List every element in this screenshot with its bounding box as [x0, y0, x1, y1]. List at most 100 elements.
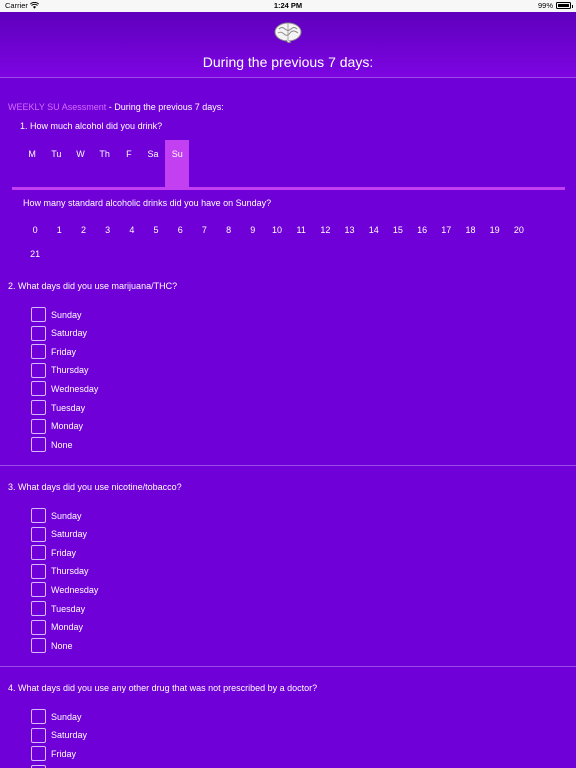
checkbox[interactable]	[31, 400, 46, 415]
drinks-question: How many standard alcoholic drinks did y…	[23, 198, 272, 208]
checkbox-option[interactable]: Monday	[31, 418, 83, 434]
checkbox-label: Wednesday	[51, 383, 99, 394]
drink-count-option[interactable]: 8	[217, 218, 241, 242]
checkbox[interactable]	[31, 526, 46, 542]
drink-count-option[interactable]: 20	[507, 218, 531, 242]
checkbox[interactable]	[31, 727, 46, 743]
checkbox-option[interactable]: None	[31, 437, 73, 453]
status-time: 1:24 PM	[273, 1, 303, 10]
checkbox-label: Saturday	[51, 529, 88, 540]
divider	[0, 666, 576, 667]
checkbox-label: Friday	[51, 547, 77, 558]
checkbox-label: Monday	[51, 622, 84, 633]
drink-count-option[interactable]: 0	[23, 218, 47, 242]
day-option[interactable]: M	[20, 140, 44, 188]
checkbox-option[interactable]: None	[31, 638, 73, 654]
drink-count-option[interactable]: 18	[458, 218, 482, 242]
drink-count-option[interactable]: 10	[265, 218, 289, 242]
assessment-link[interactable]: WEEKLY SU Asessment	[8, 102, 106, 112]
checkbox-option[interactable]: Saturday	[31, 325, 88, 341]
drink-count-option[interactable]: 17	[434, 218, 458, 242]
drink-count-option[interactable]: 2	[71, 218, 95, 242]
checkbox-option[interactable]: Friday	[31, 545, 77, 561]
q4-label: 4. What days did you use any other drug …	[8, 683, 318, 693]
checkbox[interactable]	[31, 601, 46, 616]
checkbox-label: Sunday	[51, 510, 82, 521]
day-option[interactable]: Th	[93, 140, 117, 188]
drink-count-option[interactable]: 13	[337, 218, 361, 242]
checkbox-label: Tuesday	[51, 402, 86, 413]
drink-count-option[interactable]: 14	[362, 218, 386, 242]
drink-count-option[interactable]: 9	[241, 218, 265, 242]
checkbox[interactable]	[31, 325, 46, 341]
checkbox[interactable]	[31, 545, 46, 561]
checkbox-option[interactable]: Saturday	[31, 727, 88, 743]
drink-count-option[interactable]: 5	[144, 218, 168, 242]
checkbox-label: Wednesday	[51, 584, 99, 595]
checkbox-label: Saturday	[51, 328, 88, 339]
q3-label: 3. What days did you use nicotine/tobacc…	[8, 482, 182, 492]
checkbox[interactable]	[31, 638, 46, 654]
checkbox[interactable]	[31, 563, 46, 579]
checkbox[interactable]	[31, 582, 46, 598]
checkbox-label: Sunday	[51, 711, 82, 722]
day-option[interactable]: F	[117, 140, 141, 188]
checkbox-option[interactable]: Wednesday	[31, 381, 99, 397]
day-option[interactable]: Tu	[44, 140, 68, 188]
checkbox[interactable]	[31, 437, 46, 453]
battery-info: 99%	[537, 1, 573, 10]
checkbox-option[interactable]: Thursday	[31, 362, 89, 378]
checkbox-label: Saturday	[51, 730, 88, 741]
divider	[0, 465, 576, 466]
checkbox-option[interactable]: Sunday	[31, 307, 82, 322]
battery-icon	[556, 2, 573, 9]
checkbox-label: Friday	[51, 748, 77, 759]
checkbox[interactable]	[31, 381, 46, 397]
intro-text: WEEKLY SU Asessment - During the previou…	[8, 102, 224, 112]
battery-percent: 99%	[537, 1, 553, 10]
checkbox-option[interactable]: Sunday	[31, 508, 82, 523]
checkbox[interactable]	[31, 746, 46, 762]
checkbox[interactable]	[31, 344, 46, 360]
page-title: During the previous 7 days:	[202, 54, 374, 70]
drink-count-option[interactable]: 4	[120, 218, 144, 242]
checkbox-label: Tuesday	[51, 603, 86, 614]
checkbox-option[interactable]: Friday	[31, 746, 77, 762]
day-option[interactable]: Su	[165, 140, 190, 188]
status-bar: Carrier 1:24 PM 99%	[0, 0, 576, 12]
drink-count-option[interactable]: 12	[313, 218, 337, 242]
checkbox[interactable]	[31, 619, 46, 635]
checkbox-option[interactable]: Monday	[31, 619, 84, 635]
checkbox-option[interactable]: Tuesday	[31, 400, 85, 415]
checkbox-option[interactable]: Tuesday	[31, 601, 85, 616]
checkbox-option[interactable]: Thursday	[31, 563, 89, 579]
checkbox[interactable]	[31, 508, 46, 523]
checkbox-option[interactable]: Friday	[31, 344, 77, 360]
assessment-form: WEEKLY SU Asessment - During the previou…	[0, 79, 576, 768]
day-option[interactable]: W	[68, 140, 92, 188]
checkbox-label: None	[51, 439, 73, 450]
checkbox[interactable]	[31, 709, 46, 724]
drink-count-option[interactable]: 1	[47, 218, 71, 242]
checkbox[interactable]	[31, 362, 46, 378]
drink-count-option[interactable]: 15	[386, 218, 410, 242]
intro-rest: - During the previous 7 days:	[106, 102, 224, 112]
drink-count-option[interactable]: 21	[23, 242, 47, 266]
checkbox-label: Friday	[51, 346, 77, 357]
checkbox-label: Thursday	[51, 566, 89, 577]
checkbox-label: Sunday	[51, 309, 82, 320]
drink-count-option[interactable]: 19	[483, 218, 507, 242]
day-selector: M Tu W Th F Sa Su	[20, 140, 190, 188]
drink-count-option[interactable]: 16	[410, 218, 434, 242]
checkbox-option[interactable]: Wednesday	[31, 582, 99, 598]
checkbox[interactable]	[31, 418, 46, 434]
day-option[interactable]: Sa	[141, 140, 165, 188]
drink-count-option[interactable]: 7	[192, 218, 216, 242]
drink-count-option[interactable]: 3	[96, 218, 120, 242]
drink-count-option[interactable]: 6	[168, 218, 192, 242]
checkbox-option[interactable]: Sunday	[31, 709, 82, 724]
checkbox[interactable]	[31, 307, 46, 322]
drink-count-option[interactable]: 11	[289, 218, 313, 242]
checkbox-option[interactable]: Saturday	[31, 526, 88, 542]
day-selector-underline	[12, 187, 565, 190]
